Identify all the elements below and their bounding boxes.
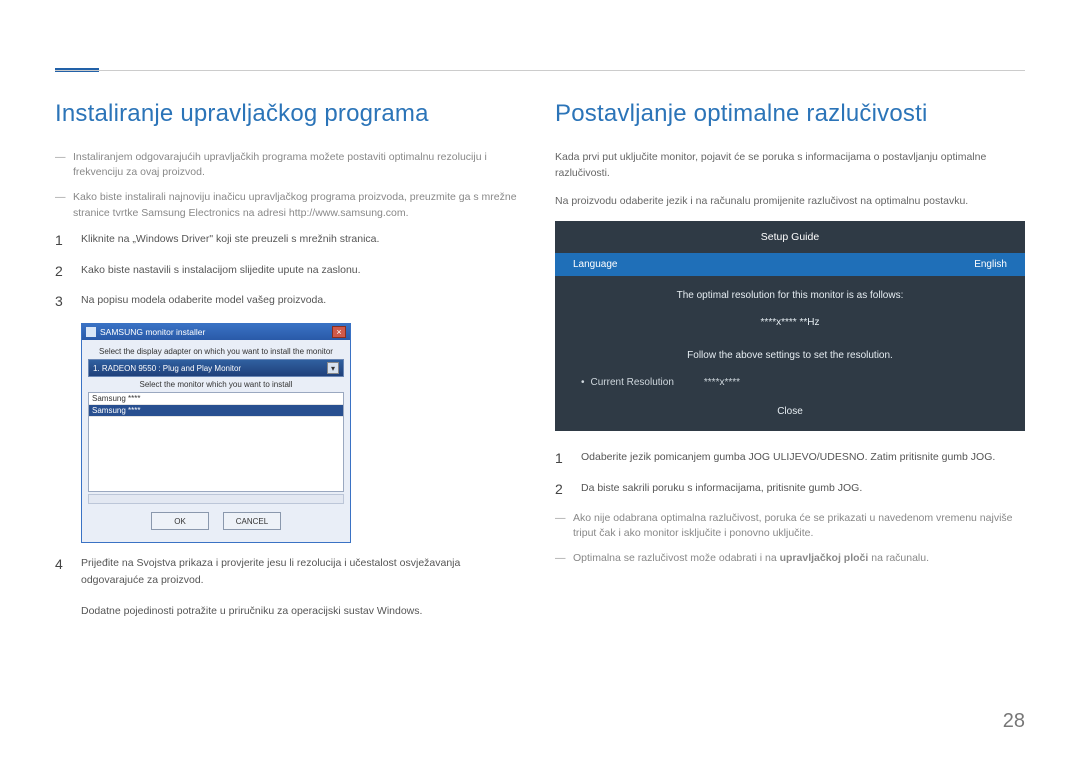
list-item[interactable]: Samsung **** (89, 405, 343, 417)
right-note-2-bold: upravljačkoj ploči (780, 552, 869, 564)
right-heading: Postavljanje optimalne razlučivosti (555, 100, 1025, 128)
installer-progressbar (88, 494, 344, 504)
osd-title: Setup Guide (555, 221, 1025, 253)
left-step-2-text: Kako biste nastavili s instalacijom slij… (81, 264, 361, 276)
right-intro-1: Kada prvi put uključite monitor, pojavit… (555, 150, 1025, 182)
left-step-4: 4Prijeđite na Svojstva prikaza i provjer… (55, 555, 525, 589)
ok-button[interactable]: OK (151, 512, 209, 530)
osd-language-label: Language (573, 259, 618, 270)
left-heading: Instaliranje upravljačkog programa (55, 100, 525, 128)
left-step-3-text: Na popisu modela odaberite model vašeg p… (81, 294, 326, 306)
installer-app-icon (86, 327, 96, 337)
installer-line2: Select the monitor which you want to ins… (88, 380, 344, 389)
left-step-3: 3Na popisu modela odaberite model vašeg … (55, 292, 525, 309)
osd-message: The optimal resolution for this monitor … (555, 276, 1025, 305)
right-note-1: Ako nije odabrana optimalna razlučivost,… (555, 511, 1025, 541)
left-note-1: Instaliranjem odgovarajućih upravljačkih… (55, 150, 525, 180)
left-step-2: 2Kako biste nastavili s instalacijom sli… (55, 262, 525, 279)
left-column: Instaliranje upravljačkog programa Insta… (55, 100, 525, 619)
right-step-2: 2Da biste sakrili poruku s informacijama… (555, 480, 1025, 497)
list-item[interactable]: Samsung **** (89, 393, 343, 405)
osd-current-value: ****x**** (704, 377, 740, 388)
right-column: Postavljanje optimalne razlučivosti Kada… (555, 100, 1025, 577)
installer-title: SAMSUNG monitor installer (100, 327, 205, 337)
osd-language-value: English (974, 259, 1007, 270)
left-step-1-text: Kliknite na „Windows Driver" koji ste pr… (81, 233, 379, 245)
osd-follow: Follow the above settings to set the res… (555, 340, 1025, 377)
right-note-2a: Optimalna se razlučivost može odabrati i… (573, 552, 780, 564)
left-step-1: 1Kliknite na „Windows Driver" koji ste p… (55, 231, 525, 248)
osd-panel: Setup Guide Language English The optimal… (555, 221, 1025, 431)
installer-adapter-combo[interactable]: 1. RADEON 9550 : Plug and Play Monitor ▾ (88, 359, 344, 377)
close-icon[interactable]: × (332, 326, 346, 338)
left-note-2: Kako biste instalirali najnoviju inačicu… (55, 190, 525, 220)
right-note-2c: na računalu. (868, 552, 929, 564)
right-step-1-text: Odaberite jezik pomicanjem gumba JOG ULI… (581, 451, 995, 463)
osd-current-label: Current Resolution (581, 377, 674, 388)
osd-language-row[interactable]: Language English (555, 253, 1025, 276)
right-step-2-text: Da biste sakrili poruku s informacijama,… (581, 482, 862, 494)
right-note-2: Optimalna se razlučivost može odabrati i… (555, 551, 1025, 566)
page-number: 28 (1003, 710, 1025, 733)
chevron-down-icon[interactable]: ▾ (327, 362, 339, 374)
installer-titlebar: SAMSUNG monitor installer × (82, 324, 350, 340)
installer-listbox[interactable]: Samsung **** Samsung **** (88, 392, 344, 492)
osd-resolution: ****x**** **Hz (555, 305, 1025, 340)
right-step-1: 1Odaberite jezik pomicanjem gumba JOG UL… (555, 449, 1025, 466)
installer-dialog: SAMSUNG monitor installer × Select the d… (81, 323, 351, 543)
installer-adapter-value: 1. RADEON 9550 : Plug and Play Monitor (93, 364, 241, 373)
left-step-4-text: Prijeđite na Svojstva prikaza i provjeri… (81, 557, 460, 586)
installer-line1: Select the display adapter on which you … (88, 347, 344, 356)
header-rule (55, 70, 1025, 71)
right-intro-2: Na proizvodu odaberite jezik i na računa… (555, 194, 1025, 210)
left-step-4-sub: Dodatne pojedinosti potražite u priručni… (55, 603, 525, 619)
cancel-button[interactable]: CANCEL (223, 512, 281, 530)
osd-close[interactable]: Close (555, 406, 1025, 417)
